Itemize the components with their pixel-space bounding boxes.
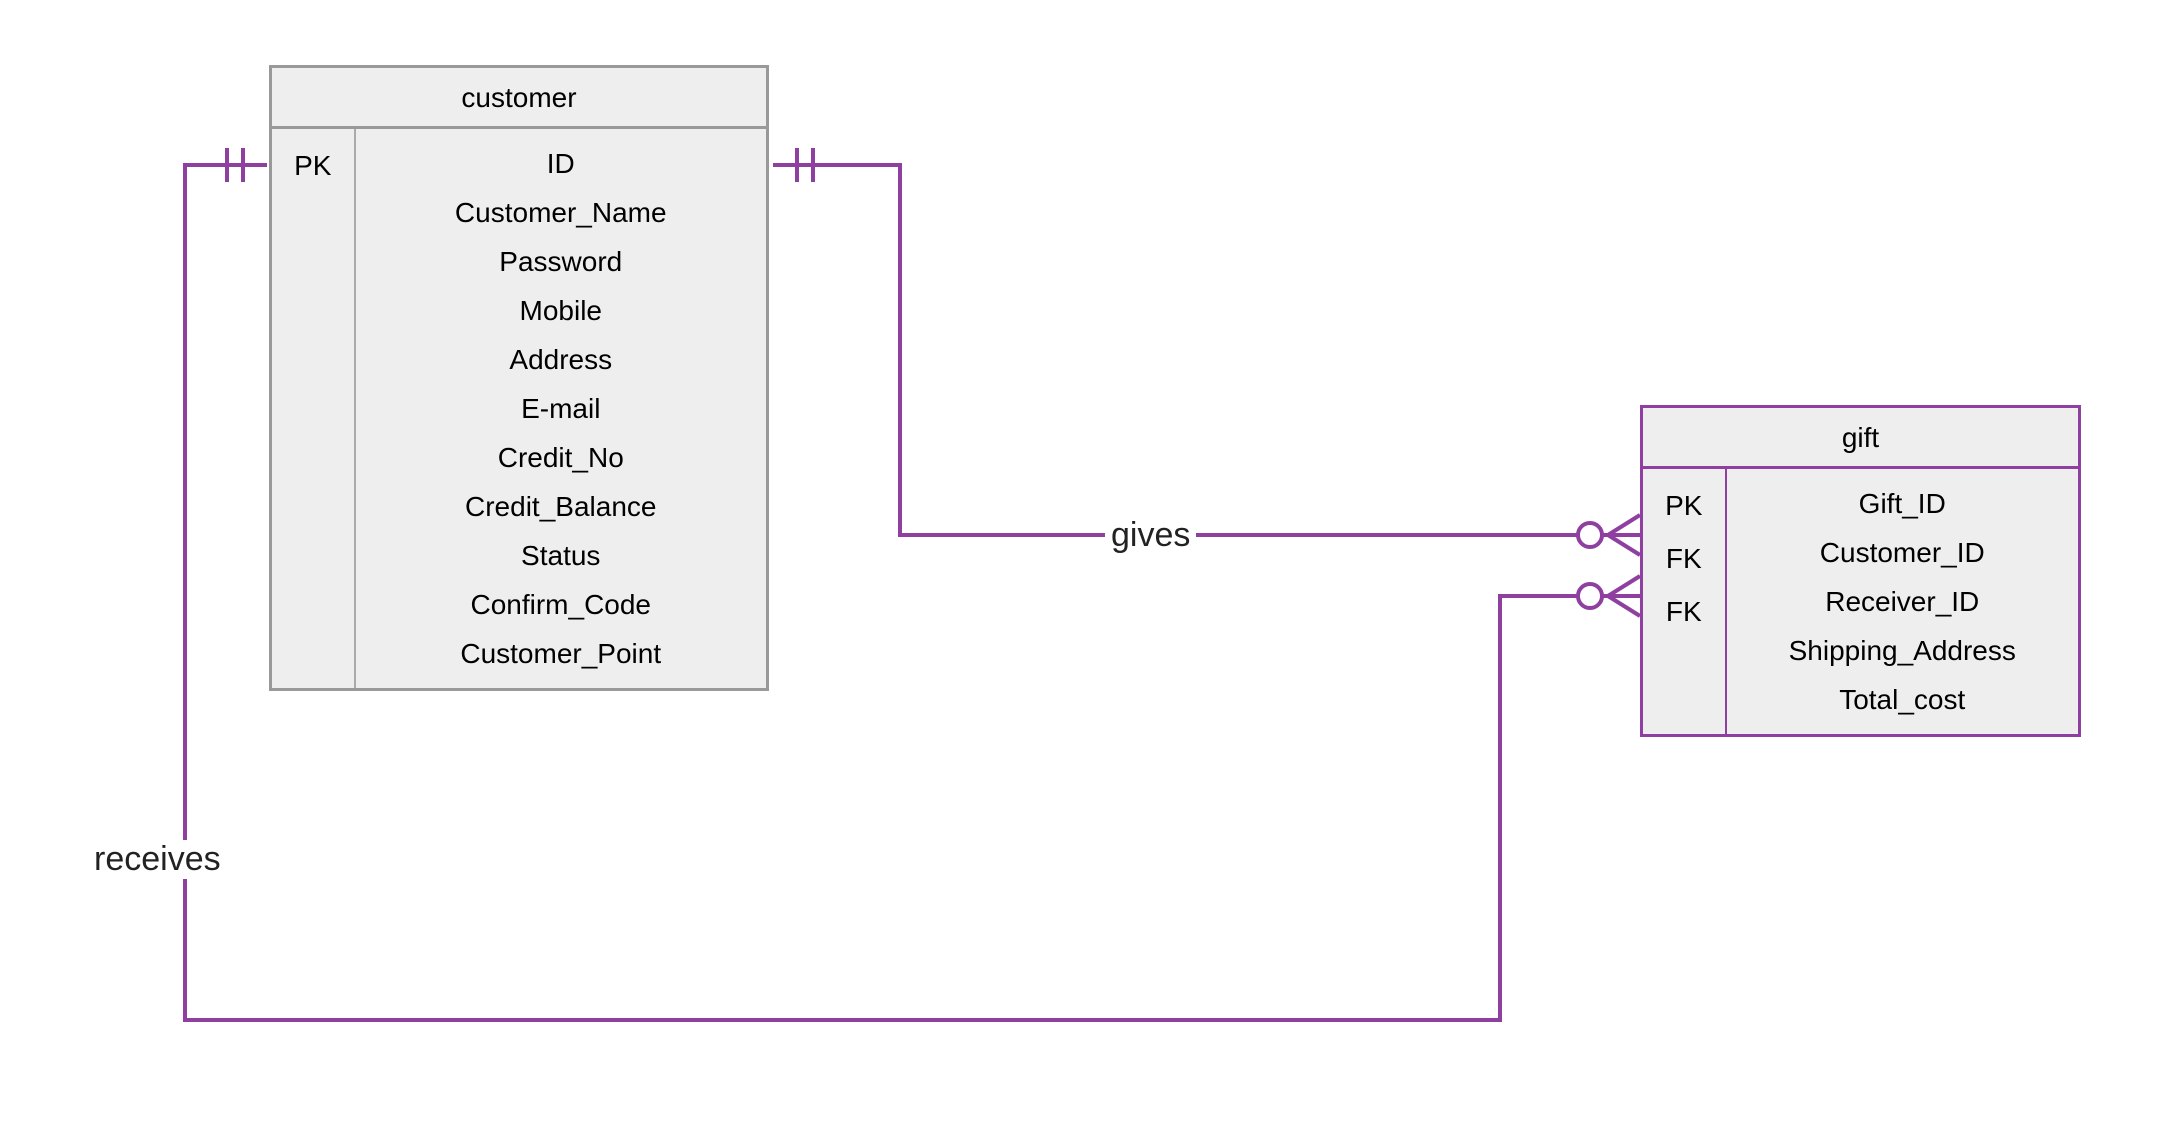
customer-attr-id: ID <box>368 139 755 188</box>
customer-attr-mobile: Mobile <box>368 286 755 335</box>
gift-key-3 <box>1655 638 1713 659</box>
gift-attr-shipping: Shipping_Address <box>1739 626 2067 675</box>
gift-attr-totalcost: Total_cost <box>1739 675 2067 724</box>
crowfoot-receives-3 <box>1608 596 1640 616</box>
relation-label-receives: receives <box>88 840 227 879</box>
customer-key-1 <box>284 192 342 213</box>
customer-attr-list: ID Customer_Name Password Mobile Address… <box>368 139 755 678</box>
customer-key-0: PK <box>284 139 342 192</box>
gift-key-2: FK <box>1655 585 1713 638</box>
gift-key-1: FK <box>1655 532 1713 585</box>
entity-gift: gift PK FK FK Gift_ID Customer_ID Receiv… <box>1640 405 2081 737</box>
entity-customer-title: customer <box>271 67 768 128</box>
customer-key-5 <box>284 276 342 297</box>
customer-key-10 <box>284 381 342 402</box>
customer-attr-status: Status <box>368 531 755 580</box>
customer-attr-email: E-mail <box>368 384 755 433</box>
customer-key-4 <box>284 255 342 276</box>
entity-gift-title: gift <box>1642 407 2080 468</box>
customer-key-list: PK <box>284 139 342 402</box>
customer-attr-name: Customer_Name <box>368 188 755 237</box>
customer-key-7 <box>284 318 342 339</box>
customer-attr-address: Address <box>368 335 755 384</box>
customer-key-9 <box>284 360 342 381</box>
crowfoot-gives-3 <box>1608 535 1640 555</box>
customer-key-8 <box>284 339 342 360</box>
entity-customer: customer PK <box>269 65 769 691</box>
customer-attr-creditbalance: Credit_Balance <box>368 482 755 531</box>
gift-attr-giftid: Gift_ID <box>1739 479 2067 528</box>
cardinality-zero-circle-gives <box>1578 523 1602 547</box>
customer-key-2 <box>284 213 342 234</box>
gift-attr-receiverid: Receiver_ID <box>1739 577 2067 626</box>
gift-key-0: PK <box>1655 479 1713 532</box>
crowfoot-receives-1 <box>1608 576 1640 596</box>
gift-attr-customerid: Customer_ID <box>1739 528 2067 577</box>
gift-key-4 <box>1655 659 1713 680</box>
customer-attr-password: Password <box>368 237 755 286</box>
customer-key-3 <box>284 234 342 255</box>
customer-attr-creditno: Credit_No <box>368 433 755 482</box>
customer-key-6 <box>284 297 342 318</box>
gift-attr-list: Gift_ID Customer_ID Receiver_ID Shipping… <box>1739 479 2067 724</box>
cardinality-zero-circle-receives <box>1578 584 1602 608</box>
relation-gives-path <box>773 165 1640 535</box>
relation-label-gives: gives <box>1105 516 1196 555</box>
gift-key-list: PK FK FK <box>1655 479 1713 680</box>
crowfoot-gives-1 <box>1608 515 1640 535</box>
customer-attr-customerpoint: Customer_Point <box>368 629 755 678</box>
customer-attr-confirmcode: Confirm_Code <box>368 580 755 629</box>
